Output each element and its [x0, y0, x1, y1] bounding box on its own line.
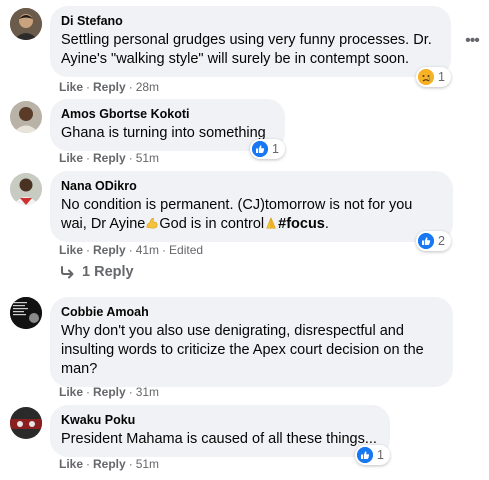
comment-text: Why don't you also use denigrating, disr… [61, 323, 424, 377]
reaction-badge[interactable]: 2 [416, 231, 451, 251]
reaction-badge[interactable]: 1 [416, 67, 451, 87]
avatar-photo-icon [10, 8, 42, 40]
avatar-photo-icon [10, 297, 42, 329]
reaction-count: 1 [272, 142, 279, 156]
timestamp[interactable]: 41m [136, 243, 159, 257]
reply-arrow-icon [61, 266, 74, 279]
comment-text: No condition is permanent. (CJ)tomorrow … [61, 197, 413, 232]
reaction-badge[interactable]: 1 [250, 139, 285, 159]
avatar[interactable] [10, 101, 42, 133]
like-link[interactable]: Like [59, 151, 83, 165]
comment-actions: Like · Reply · 28m [59, 80, 160, 94]
like-icon [252, 141, 268, 157]
comment-bubble: Kwaku Poku President Mahama is caused of… [50, 405, 390, 457]
reply-link[interactable]: Reply [93, 151, 126, 165]
like-link[interactable]: Like [59, 385, 83, 399]
reaction-count: 1 [438, 70, 445, 84]
avatar[interactable] [10, 407, 42, 439]
reaction-badge[interactable]: 1 [355, 445, 390, 465]
timestamp[interactable]: 28m [136, 80, 159, 94]
avatar-photo-icon [10, 173, 42, 205]
avatar[interactable] [10, 297, 42, 329]
comment-actions: Like · Reply · 51m [59, 457, 160, 471]
like-link[interactable]: Like [59, 457, 83, 471]
like-icon [357, 447, 373, 463]
timestamp[interactable]: 51m [136, 151, 159, 165]
flexed-biceps-icon [146, 218, 158, 229]
comment-text-line: wai, Dr Ayine [61, 216, 146, 232]
avatar-photo-icon [10, 101, 42, 133]
comment-text-line: God is in control [159, 216, 265, 232]
more-options-icon[interactable]: ••• [462, 33, 482, 55]
comment-bubble: Cobbie Amoah Why don't you also use deni… [50, 297, 453, 387]
reply-link[interactable]: Reply [93, 457, 126, 471]
comment-bubble: Di Stefano Settling personal grudges usi… [50, 6, 451, 77]
comment-author[interactable]: Di Stefano [61, 14, 439, 29]
comment-text: President Mahama is caused of all these … [61, 431, 377, 447]
avatar[interactable] [10, 8, 42, 40]
view-replies-link[interactable]: 1 Reply [60, 264, 134, 280]
comment-text: Ghana is turning into something [61, 125, 266, 141]
edited-label: Edited [169, 243, 204, 257]
avatar[interactable] [10, 173, 42, 205]
timestamp[interactable]: 31m [136, 385, 159, 399]
comment-actions: Like · Reply · 41m · Edited [59, 243, 204, 257]
comment-author[interactable]: Amos Gbortse Kokoti [61, 107, 273, 122]
comment-actions: Like · Reply · 51m [59, 151, 160, 165]
comment-author[interactable]: Cobbie Amoah [61, 305, 441, 320]
comment-text: Settling personal grudges using very fun… [61, 32, 432, 67]
reply-link[interactable]: Reply [93, 80, 126, 94]
comment-actions: Like · Reply · 31m [59, 385, 160, 399]
timestamp[interactable]: 51m [136, 457, 159, 471]
comment-author[interactable]: Nana ODikro [61, 179, 441, 194]
comment-bubble: Amos Gbortse Kokoti Ghana is turning int… [50, 99, 285, 151]
comment-text-line: No condition is permanent. (CJ)tomorrow … [61, 197, 413, 213]
folded-hands-icon [266, 217, 276, 229]
avatar-photo-icon [10, 407, 42, 439]
reaction-count: 2 [438, 234, 445, 248]
hashtag-link[interactable]: #focus [278, 216, 325, 232]
reaction-count: 1 [377, 448, 384, 462]
like-icon [418, 233, 434, 249]
like-link[interactable]: Like [59, 80, 83, 94]
reply-link[interactable]: Reply [93, 243, 126, 257]
comment-author[interactable]: Kwaku Poku [61, 413, 378, 428]
reply-link[interactable]: Reply [93, 385, 126, 399]
like-link[interactable]: Like [59, 243, 83, 257]
sad-icon [418, 69, 434, 85]
comment-bubble: Nana ODikro No condition is permanent. (… [50, 171, 453, 242]
replies-count: 1 Reply [82, 264, 134, 280]
